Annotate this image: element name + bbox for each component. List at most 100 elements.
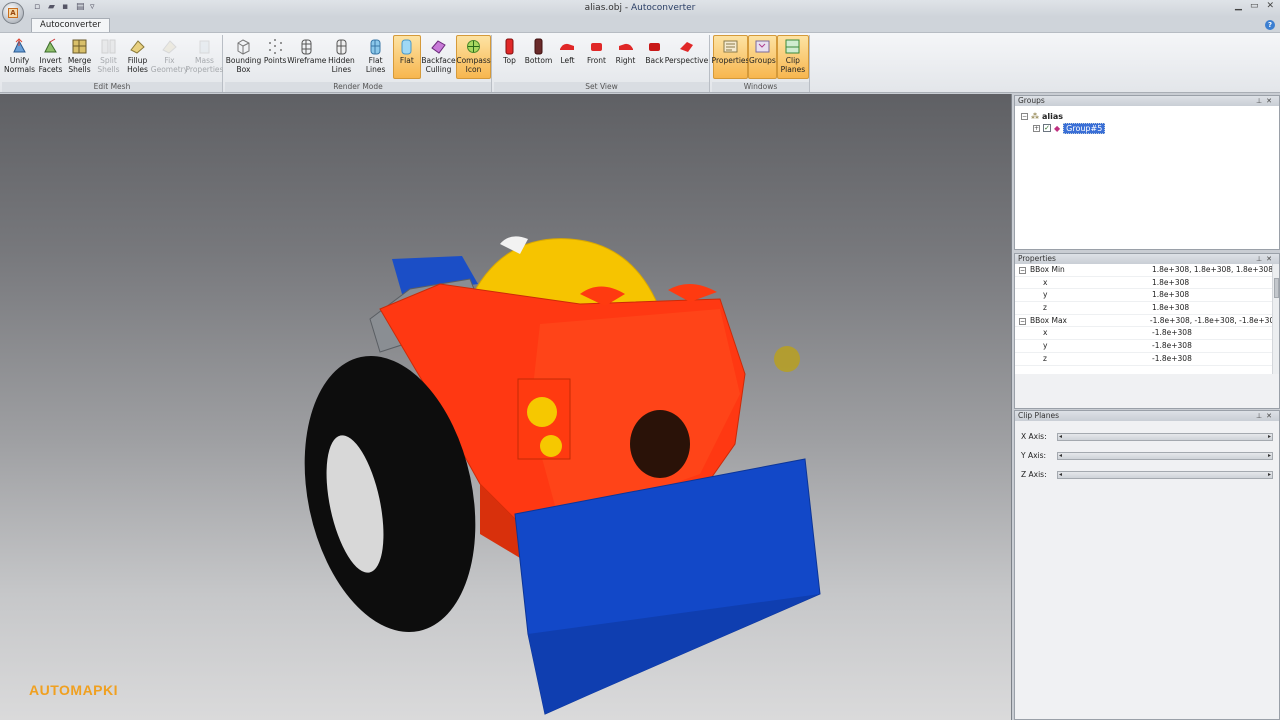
flat-button[interactable]: Flat (392, 35, 421, 79)
ribbon-button-label: Clip Planes (780, 56, 806, 74)
property-key: z (1015, 353, 1150, 365)
split-shells-icon (100, 38, 117, 55)
tree-node-alias[interactable]: − ⁂ alias (1021, 110, 1273, 122)
invert-facets-icon (42, 38, 59, 55)
property-row[interactable]: − BBox Max -1.8e+308, -1.8e+308, -1.8e+308 (1015, 315, 1279, 328)
slider-right-arrow-icon[interactable]: ▸ (1268, 471, 1271, 478)
ribbon-button-label: Perspective (664, 56, 709, 65)
properties-button[interactable]: Properties (712, 35, 749, 79)
flat-lines-button[interactable]: Flat Lines (359, 35, 393, 79)
unify-normals-icon (11, 38, 28, 55)
clip-axis-slider[interactable]: ◂ ▸ (1057, 451, 1273, 460)
3d-viewport[interactable]: AUTOMAPKI (0, 94, 1012, 720)
property-value: 1.8e+308 (1152, 303, 1190, 313)
clip-axis-label: Z Axis: (1021, 470, 1047, 479)
ribbon-group-render-mode: Bounding Box Points Wireframe Hidden Lines F… (225, 35, 492, 92)
ribbon-group-label: Set View (494, 82, 709, 92)
left-button[interactable]: Left (553, 35, 582, 79)
merge-shells-icon (71, 38, 88, 55)
property-row[interactable]: y -1.8e+308 (1015, 340, 1279, 353)
fillup-holes-button[interactable]: Fillup Holes (123, 35, 152, 79)
groups-panel-header: Groups ⊥✕ (1015, 96, 1279, 106)
collapse-icon[interactable]: − (1021, 112, 1028, 120)
properties-window-icon (722, 38, 739, 55)
slider-left-arrow-icon[interactable]: ◂ (1059, 452, 1062, 459)
ribbon-button-label: Back (645, 56, 664, 65)
expand-icon[interactable]: + (1033, 124, 1040, 132)
ribbon-button-label: Unify Normals (4, 56, 36, 74)
properties-scrollbar[interactable] (1272, 264, 1279, 374)
bounding-box-button[interactable]: Bounding Box (226, 35, 261, 79)
ribbon-button-label: Front (587, 56, 606, 65)
invert-facets-button[interactable]: Invert Facets (36, 35, 65, 79)
clip-axis-row: X Axis: ◂ ▸ (1015, 427, 1279, 446)
property-value: -1.8e+308 (1152, 341, 1192, 351)
visibility-checkbox[interactable]: ✓ (1043, 124, 1051, 132)
ribbon-group-set-view: Top Bottom Left Front Right Back Perspective Se… (494, 35, 710, 92)
help-icon[interactable]: ? (1265, 20, 1275, 30)
points-button[interactable]: Points (261, 35, 289, 79)
property-value: -1.8e+308, -1.8e+308, -1.8e+308 (1149, 315, 1279, 325)
property-row[interactable]: x 1.8e+308 (1015, 277, 1279, 290)
collapse-icon[interactable]: − (1019, 317, 1026, 325)
group-diamond-icon: ◆ (1054, 123, 1061, 133)
ribbon-group-label: Render Mode (225, 82, 491, 92)
collapse-icon[interactable]: − (1019, 267, 1026, 274)
clip-planes-button[interactable]: Clip Planes (776, 35, 809, 79)
property-row[interactable]: y 1.8e+308 (1015, 289, 1279, 303)
slider-right-arrow-icon[interactable]: ▸ (1268, 452, 1271, 459)
tree-node-group[interactable]: + ✓ ◆ Group#5 (1021, 122, 1273, 134)
slider-left-arrow-icon[interactable]: ◂ (1059, 471, 1062, 478)
compass-indicator-icon[interactable] (774, 346, 800, 372)
top-button[interactable]: Top (495, 35, 524, 79)
merge-shells-button[interactable]: Merge Shells (65, 35, 94, 79)
wireframe-button[interactable]: Wireframe (287, 35, 326, 79)
clip-planes-panel-header: Clip Planes ⊥✕ (1015, 411, 1279, 421)
tab-autoconverter[interactable]: Autoconverter (31, 18, 110, 33)
clip-axis-row: Y Axis: ◂ ▸ (1015, 446, 1279, 465)
panel-pin-close-icons[interactable]: ⊥✕ (1256, 411, 1276, 421)
clip-axis-slider[interactable]: ◂ ▸ (1057, 470, 1273, 479)
bottom-button[interactable]: Bottom (524, 35, 553, 79)
property-key-text: BBox Max (1030, 315, 1067, 325)
slider-left-arrow-icon[interactable]: ◂ (1059, 433, 1062, 440)
application-menu-button[interactable]: A (2, 2, 24, 24)
perspective-button[interactable]: Perspective (665, 35, 708, 79)
clip-axis-label: X Axis: (1021, 432, 1047, 441)
ribbon-button-label: Groups (749, 56, 776, 65)
title-bar: ▫ ▰ ▪ ▤ ▿ alias.obj - Autoconverter ▁ ▭ … (0, 0, 1280, 17)
fix-geometry-button[interactable]: Fix Geometry (151, 35, 188, 79)
maximize-icon[interactable]: ▭ (1250, 1, 1259, 11)
hidden-lines-button[interactable]: Hidden Lines (324, 35, 358, 79)
ribbon-button-label: Flat Lines (365, 56, 386, 74)
scrollbar-thumb[interactable] (1274, 278, 1279, 298)
minimize-icon[interactable]: ▁ (1235, 1, 1242, 11)
compass-icon-button[interactable]: Compass Icon (456, 35, 491, 79)
property-row[interactable]: z -1.8e+308 (1015, 353, 1279, 366)
panel-pin-close-icons[interactable]: ⊥✕ (1256, 254, 1276, 264)
front-button[interactable]: Front (582, 35, 611, 79)
ribbon-button-label: Invert Facets (38, 56, 63, 74)
slider-right-arrow-icon[interactable]: ▸ (1268, 433, 1271, 440)
ribbon: Unify Normals Invert Facets Merge Shells Sp… (0, 32, 1280, 93)
watermark: AUTOMAPKI (29, 682, 119, 698)
property-row[interactable]: x -1.8e+308 (1015, 327, 1279, 341)
property-key-text: z (1043, 353, 1047, 363)
view-left-icon (559, 38, 576, 55)
properties-panel-header: Properties ⊥✕ (1015, 254, 1279, 264)
groups-button[interactable]: Groups (748, 35, 777, 79)
unify-normals-button[interactable]: Unify Normals (3, 35, 36, 79)
view-top-icon (501, 38, 518, 55)
close-icon[interactable]: ✕ (1266, 1, 1274, 11)
property-row[interactable]: z 1.8e+308 (1015, 302, 1279, 315)
property-value: -1.8e+308 (1152, 353, 1192, 363)
panel-pin-close-icons[interactable]: ⊥✕ (1256, 96, 1276, 106)
right-button[interactable]: Right (611, 35, 640, 79)
backface-culling-button[interactable]: Backface Culling (421, 35, 456, 79)
property-row[interactable]: − BBox Min 1.8e+308, 1.8e+308, 1.8e+308 (1015, 264, 1279, 277)
app-logo-icon: A (8, 8, 18, 18)
compass-icon (465, 38, 482, 55)
split-shells-button[interactable]: Split Shells (94, 35, 123, 79)
mass-properties-button[interactable]: Mass Properties (186, 35, 223, 79)
clip-axis-slider[interactable]: ◂ ▸ (1057, 432, 1273, 441)
